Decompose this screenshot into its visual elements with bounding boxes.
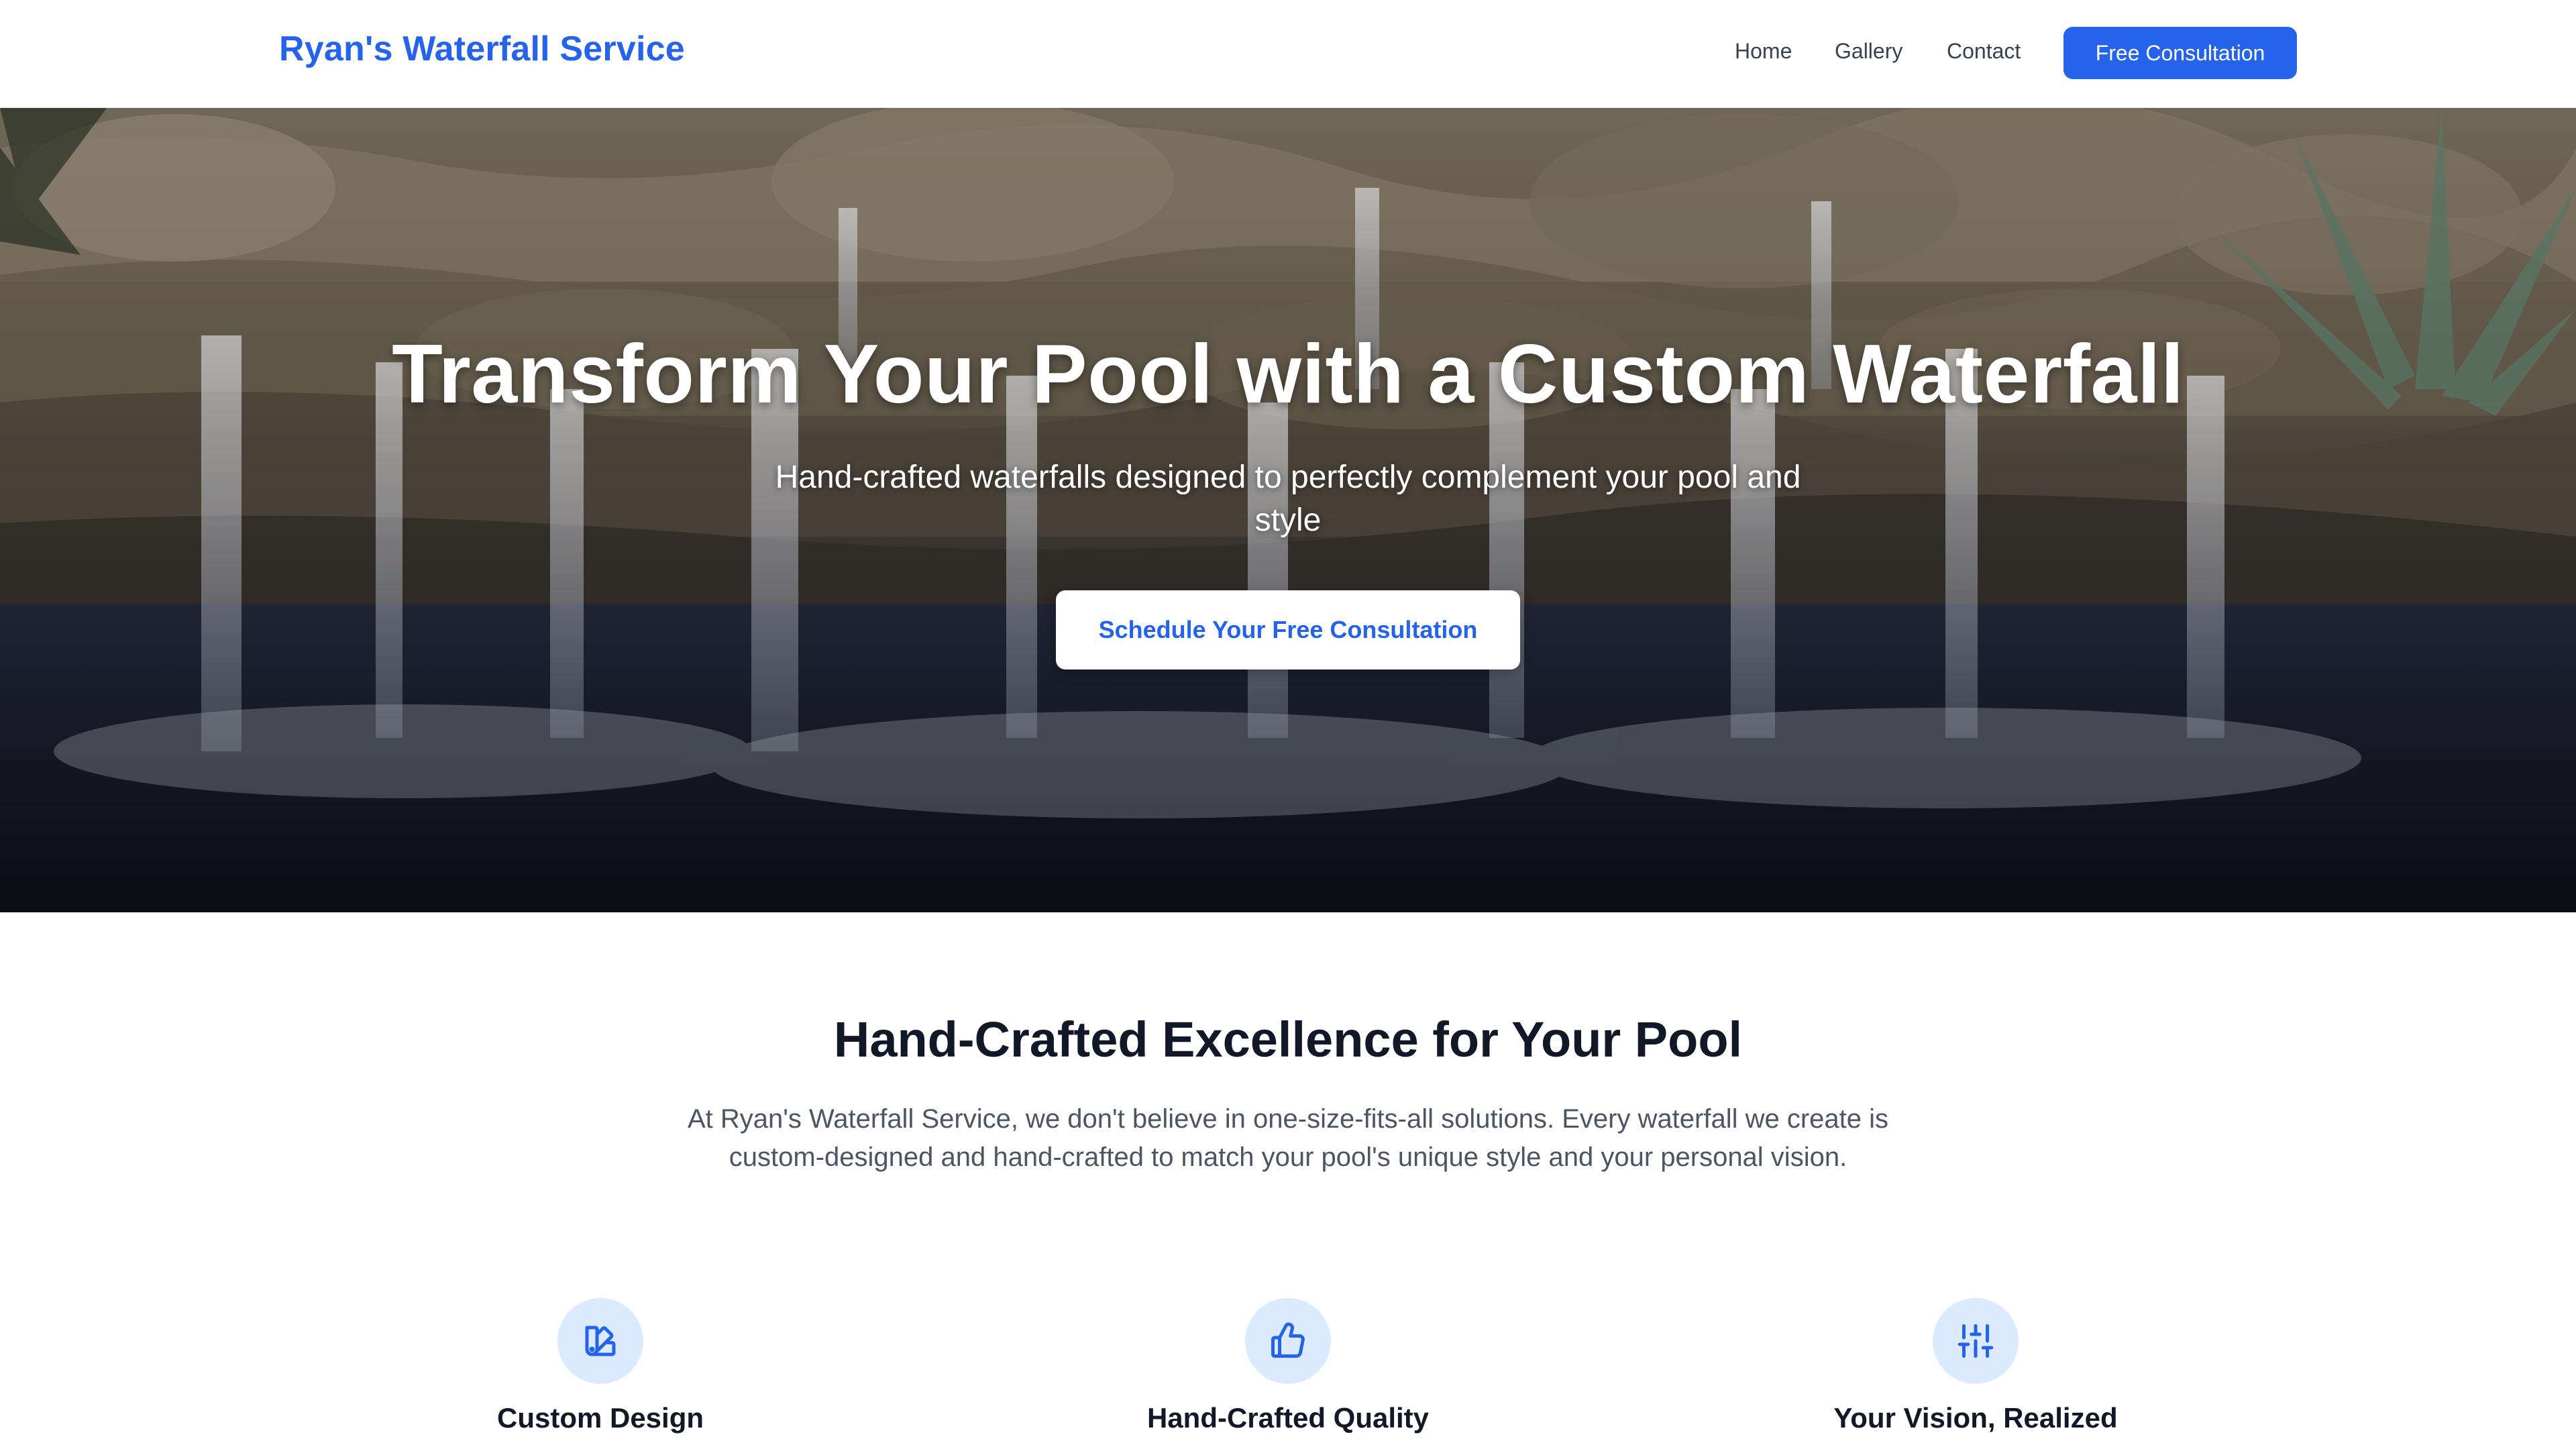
swatch-icon [557, 1298, 643, 1384]
thumbs-up-icon [1245, 1298, 1331, 1384]
about-title: Hand-Crafted Excellence for Your Pool [833, 1012, 1743, 1067]
hero-subtitle: Hand-crafted waterfalls designed to perf… [775, 460, 1801, 538]
feature-card: Your Vision, Realized [1674, 1298, 2277, 1449]
nav-contact-link[interactable]: Contact [1947, 36, 2021, 66]
nav-gallery-link[interactable]: Gallery [1835, 36, 1902, 66]
feature-card: Hand-Crafted Quality [986, 1298, 1590, 1449]
sliders-icon [1933, 1298, 2019, 1384]
hero-section: Transform Your Pool with a Custom Waterf… [0, 107, 2576, 912]
about-text: At Ryan's Waterfall Service, we don't be… [687, 1104, 1889, 1172]
nav-home-link[interactable]: Home [1735, 36, 1792, 66]
site-header: Ryan's Waterfall Service Home Gallery Co… [0, 0, 2576, 108]
feature-title: Your Vision, Realized [1833, 1402, 2118, 1434]
free-consultation-button[interactable]: Free Consultation [2063, 27, 2297, 79]
feature-title: Custom Design [496, 1402, 704, 1434]
feature-title: Hand-Crafted Quality [1146, 1402, 1430, 1434]
schedule-consultation-button[interactable]: Schedule Your Free Consultation [1056, 590, 1520, 669]
brand-logo[interactable]: Ryan's Waterfall Service [279, 28, 685, 70]
hero-title: Transform Your Pool with a Custom Waterf… [392, 328, 2184, 421]
feature-card: Custom Design [299, 1298, 902, 1449]
